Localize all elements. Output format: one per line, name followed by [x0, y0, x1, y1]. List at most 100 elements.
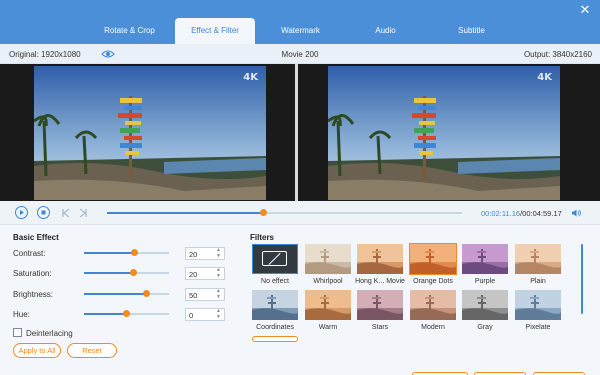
filter-preview-image [462, 290, 508, 320]
next-frame-icon[interactable] [77, 207, 89, 219]
slider-handle[interactable] [143, 290, 151, 297]
filter-thumb-pixelate[interactable] [515, 290, 561, 320]
filter-thumb-partial[interactable] [252, 336, 298, 342]
preview-area: 4K 4K [0, 64, 600, 201]
filter-label: Pixelate [525, 324, 551, 331]
filter-thumb-modern[interactable] [410, 290, 456, 320]
info-bar: Original: 1920x1080 Movie 200 Output: 38… [0, 44, 600, 64]
tab-effect-filter[interactable]: Effect & Filter [175, 18, 255, 44]
filter-preview-image [357, 290, 403, 320]
playback-bar: 00:02:11.16/00:04:59.17 [0, 201, 600, 225]
slider-fill [84, 313, 126, 315]
basic-effect-title: Basic Effect [13, 233, 59, 242]
no-effect-icon [262, 251, 287, 266]
timecode: 00:02:11.16/00:04:59.17 [481, 209, 562, 218]
filter-thumb-stars[interactable] [357, 290, 403, 320]
volume-icon[interactable] [570, 207, 582, 219]
hue-label: Hue: [13, 310, 30, 319]
play-icon [20, 210, 24, 215]
stepper-arrows-icon[interactable]: ▲ ▼ [215, 288, 222, 300]
output-preview: 4K [328, 66, 560, 200]
stop-icon [41, 210, 46, 215]
4k-badge: 4K [243, 72, 258, 83]
slider-handle[interactable] [122, 310, 130, 317]
filter-preview-image [515, 290, 561, 320]
hue-slider[interactable] [84, 310, 169, 317]
filter-preview-image [357, 244, 403, 274]
saturation-stepper[interactable]: 20 ▲ ▼ [185, 267, 225, 280]
filter-thumb-orange-dots[interactable] [409, 243, 457, 275]
stepper-value: 50 [189, 291, 198, 300]
progress-track[interactable] [107, 209, 462, 216]
slider-fill [84, 293, 147, 295]
close-icon[interactable]: ✕ [578, 3, 592, 17]
stepper-value: 20 [189, 250, 198, 259]
slider-handle[interactable] [130, 269, 138, 276]
beach-signpost-image [34, 66, 266, 200]
tab-rotate-crop[interactable]: Rotate & Crop [77, 18, 182, 44]
deinterlacing-checkbox[interactable] [13, 328, 22, 337]
stop-button[interactable] [37, 206, 50, 219]
video-title: Movie 200 [281, 50, 319, 59]
slider-fill [84, 272, 134, 274]
filter-thumb-plain[interactable] [515, 244, 561, 274]
tab-subtitle[interactable]: Subtitle [419, 18, 524, 44]
contrast-slider[interactable] [84, 249, 169, 256]
preview-divider[interactable] [295, 64, 298, 201]
filters-title: Filters [250, 233, 275, 242]
4k-badge: 4K [537, 72, 552, 83]
slider-fill [84, 252, 135, 254]
filter-label: Warm [318, 324, 338, 331]
original-preview: 4K [34, 66, 266, 200]
filter-label: Modern [421, 324, 445, 331]
hue-stepper[interactable]: 0 ▲ ▼ [185, 308, 225, 321]
filter-preview-image [305, 244, 351, 274]
saturation-slider[interactable] [84, 269, 169, 276]
stepper-arrows-icon[interactable]: ▲ ▼ [215, 247, 222, 259]
filter-preview-image [305, 290, 351, 320]
filter-preview-image [462, 244, 508, 274]
deinterlacing-label: Deinterlacing [26, 329, 73, 338]
stepper-arrows-icon[interactable]: ▲ ▼ [215, 267, 222, 279]
filter-preview-image [515, 244, 561, 274]
filter-preview-image [410, 290, 456, 320]
filter-label: No effect [261, 278, 289, 285]
filter-label: Stars [371, 324, 389, 331]
play-button[interactable] [15, 206, 28, 219]
slider-handle[interactable] [131, 249, 139, 256]
filter-label: Whirlpool [313, 278, 343, 285]
brightness-slider[interactable] [84, 290, 169, 297]
filter-label: Orange Dots [413, 278, 453, 285]
filter-label: Hong K... Movie [355, 278, 405, 285]
filter-thumb-warm[interactable] [305, 290, 351, 320]
filter-thumb-no-effect[interactable] [252, 244, 298, 274]
filter-label: Gray [477, 324, 493, 331]
apply-to-all-button[interactable]: Apply to All [13, 343, 61, 358]
filter-thumb-hong-k-movie[interactable] [357, 244, 403, 274]
beach-signpost-image [328, 66, 560, 200]
current-time: 00:02:11.16 [481, 209, 521, 218]
filter-preview-image [252, 290, 298, 320]
filters-scrollbar[interactable] [581, 244, 583, 314]
filter-thumb-coordinates[interactable] [252, 290, 298, 320]
filter-label: Coordinates [256, 324, 294, 331]
total-time: /00:04:59.17 [520, 209, 562, 218]
filter-thumb-gray[interactable] [462, 290, 508, 320]
contrast-label: Contrast: [13, 249, 46, 258]
progress-handle[interactable] [260, 209, 268, 216]
reset-button[interactable]: Reset [67, 343, 117, 358]
previous-frame-icon[interactable] [60, 207, 72, 219]
filter-preview-image [410, 244, 456, 274]
contrast-stepper[interactable]: 20 ▲ ▼ [185, 247, 225, 260]
stepper-value: 20 [189, 270, 198, 279]
output-resolution: Output: 3840x2160 [523, 50, 592, 59]
filter-label: Purple [474, 278, 496, 285]
saturation-label: Saturation: [13, 269, 52, 278]
filter-label: Plain [530, 278, 546, 285]
filter-thumb-whirlpool[interactable] [305, 244, 351, 274]
filter-thumb-purple[interactable] [462, 244, 508, 274]
stepper-arrows-icon[interactable]: ▲ ▼ [215, 308, 222, 320]
progress-fill [107, 212, 264, 214]
tab-bar: Rotate & Crop Effect & Filter Watermark … [0, 0, 600, 44]
brightness-stepper[interactable]: 50 ▲ ▼ [185, 288, 225, 301]
